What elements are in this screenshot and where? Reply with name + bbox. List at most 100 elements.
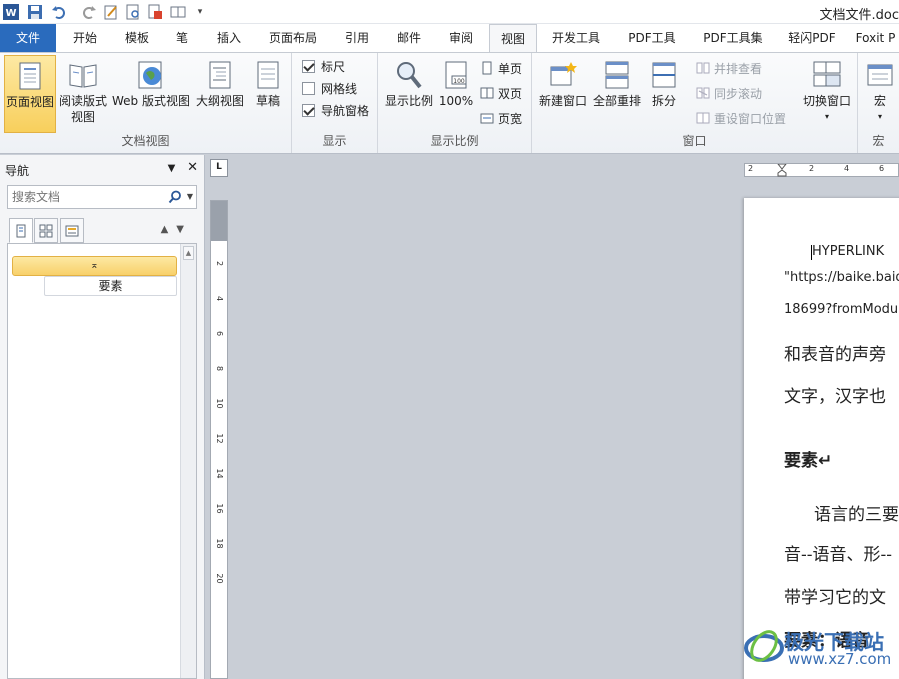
ruler-tick-label: 16: [215, 503, 224, 514]
search-box: ▼: [7, 185, 197, 209]
print-layout-button[interactable]: 页面视图: [4, 55, 56, 133]
undo-icon[interactable]: [48, 3, 70, 21]
page-width-button[interactable]: 页宽: [480, 108, 522, 128]
group-label: 文档视图: [121, 134, 170, 148]
tab-pen[interactable]: 笔: [164, 24, 200, 52]
globe-icon: [138, 61, 162, 89]
redo-icon[interactable]: [80, 3, 98, 21]
one-page-icon: [482, 61, 492, 75]
doc-line: 文字，汉字也: [784, 387, 886, 407]
title-bar: W ▾ 文档文件.doc: [0, 0, 899, 24]
nav-scrollbar[interactable]: ▲: [180, 244, 196, 678]
collapse-icon: ⌅: [90, 260, 99, 271]
ruler-tick-label: 12: [215, 433, 224, 444]
word-app-icon[interactable]: W: [2, 3, 20, 21]
watermark-url: www.xz7.com: [788, 650, 892, 668]
switch-windows-button[interactable]: 切换窗口 ▾: [800, 55, 854, 133]
split-button[interactable]: 拆分: [644, 55, 684, 133]
document-area: L 2 2 4 6 2 4 6 8 10 12 14 16 18 20 HYPE…: [206, 155, 899, 679]
heading-item[interactable]: 要素: [44, 276, 177, 296]
pane-options-icon[interactable]: ▼: [168, 163, 176, 174]
checkbox-box: [302, 81, 315, 95]
customize-qat-icon[interactable]: ▾: [194, 3, 206, 21]
tab-lightpdf[interactable]: 轻闪PDF: [778, 24, 846, 52]
macro-icon: [867, 64, 893, 86]
reading-view-icon: [69, 64, 97, 88]
outline-view-button[interactable]: 大纲视图: [194, 55, 246, 133]
macros-button[interactable]: 宏 ▾: [862, 55, 898, 133]
tab-browse-results[interactable]: [60, 218, 84, 243]
search-options-icon[interactable]: ▼: [187, 192, 193, 201]
watermark: 极光下载站 www.xz7.com: [742, 620, 892, 672]
previous-heading-icon[interactable]: ▲: [161, 224, 177, 235]
gridlines-checkbox[interactable]: 网格线: [302, 79, 357, 97]
group-document-views: 页面视图 阅读版式 视图 Web 版式视图 大纲视图 草稿 文档视图: [0, 53, 292, 153]
ribbon-tabs: 文件 开始 模板 笔 插入 页面布局 引用 邮件 审阅 视图 开发工具 PDF工…: [0, 24, 899, 53]
navigation-pane-checkbox[interactable]: 导航窗格: [302, 101, 369, 119]
indent-marker-icon[interactable]: [777, 164, 787, 177]
tab-browse-headings[interactable]: [9, 218, 33, 243]
horizontal-ruler[interactable]: 2 2 4 6: [744, 163, 899, 177]
tab-review[interactable]: 审阅: [436, 24, 486, 52]
tab-pdf-toolset[interactable]: PDF工具集: [693, 24, 773, 52]
tab-browse-pages[interactable]: [34, 218, 58, 243]
nav-pane-title: 导航: [5, 164, 30, 178]
tab-templates[interactable]: 模板: [112, 24, 162, 52]
arrange-all-button[interactable]: 全部重排: [592, 55, 642, 133]
document-title: 文档文件.doc: [819, 8, 899, 23]
doc-line: 语言的三要: [814, 505, 899, 525]
document-page[interactable]: HYPERLINK "https://baike.baid 18699?from…: [744, 198, 899, 679]
view-side-by-side-button[interactable]: 并排查看: [696, 58, 762, 78]
new-window-icon: [550, 62, 577, 86]
tab-selector[interactable]: L: [210, 159, 228, 177]
draft-icon: [257, 61, 279, 89]
close-icon[interactable]: ✕: [187, 160, 198, 175]
next-heading-icon[interactable]: ▼: [176, 224, 192, 235]
navigation-pane: 导航 ▼ ✕ ▼ ▲▼ ⌅ 要素 ▲: [0, 155, 205, 679]
scroll-up-icon[interactable]: ▲: [183, 246, 194, 260]
print-preview-icon[interactable]: [124, 3, 142, 21]
new-window-button[interactable]: 新建窗口: [536, 55, 590, 133]
edit-doc-icon[interactable]: [102, 3, 120, 21]
zoom-100-button[interactable]: 100 100%: [438, 55, 474, 133]
one-page-button[interactable]: 单页: [480, 58, 522, 78]
search-icon[interactable]: [168, 190, 182, 204]
tab-developer[interactable]: 开发工具: [541, 24, 611, 52]
reset-position-icon: [696, 112, 710, 124]
tab-foxit[interactable]: Foxit P: [852, 24, 899, 52]
ruler-tick-label: 4: [215, 295, 224, 302]
full-screen-reading-button[interactable]: 阅读版式 视图: [58, 55, 108, 133]
group-window: 新建窗口 全部重排 拆分 并排查看 同步滚动 重设窗口位置 切换窗口 ▾ 窗口: [532, 53, 858, 153]
vertical-ruler[interactable]: 2 4 6 8 10 12 14 16 18 20: [210, 200, 228, 679]
draft-view-button[interactable]: 草稿: [248, 55, 288, 133]
tab-file[interactable]: 文件: [0, 24, 56, 52]
two-page-icon[interactable]: [168, 3, 188, 21]
zoom-button[interactable]: 显示比例: [382, 55, 436, 133]
switch-windows-icon: [813, 61, 841, 87]
pages-grid-icon: [39, 224, 53, 237]
group-label: 显示: [322, 134, 347, 148]
synchronous-scrolling-button[interactable]: 同步滚动: [696, 83, 762, 103]
tab-insert[interactable]: 插入: [204, 24, 254, 52]
tab-view[interactable]: 视图: [489, 24, 537, 53]
tab-home[interactable]: 开始: [60, 24, 110, 52]
svg-text:W: W: [5, 8, 16, 19]
pdf-icon[interactable]: [146, 3, 164, 21]
tab-pdf-tools[interactable]: PDF工具: [616, 24, 688, 52]
web-layout-button[interactable]: Web 版式视图: [110, 55, 192, 133]
hundred-percent-icon: 100: [445, 61, 467, 89]
ruler-tick-label: 2: [215, 260, 224, 267]
doc-line: 18699?fromModu: [784, 302, 899, 317]
tab-mailings[interactable]: 邮件: [384, 24, 434, 52]
reset-window-position-button[interactable]: 重设窗口位置: [696, 108, 786, 128]
heading-item-collapsed[interactable]: ⌅: [12, 256, 177, 276]
two-pages-button[interactable]: 双页: [480, 83, 522, 103]
ruler-checkbox[interactable]: 标尺: [302, 57, 345, 75]
group-macros: 宏 ▾ 宏: [858, 53, 899, 153]
tab-page-layout[interactable]: 页面布局: [258, 24, 328, 52]
page-width-icon: [480, 113, 494, 124]
search-input[interactable]: [8, 186, 158, 208]
tab-references[interactable]: 引用: [332, 24, 382, 52]
group-label: 宏: [872, 134, 885, 148]
save-icon[interactable]: [26, 3, 44, 21]
